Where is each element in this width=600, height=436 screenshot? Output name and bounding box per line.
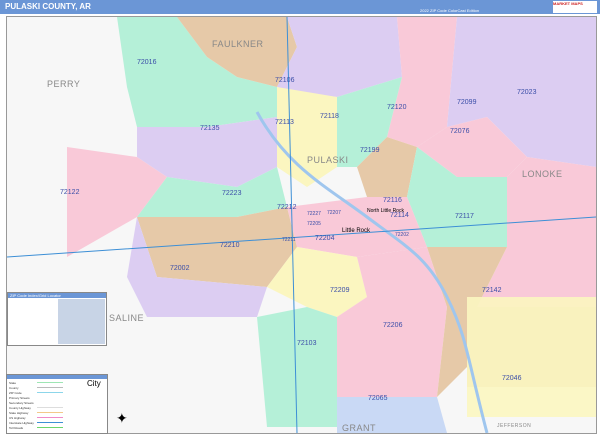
table-title: ZIP Code Index/Grid Locator: [8, 293, 106, 298]
legend-item: Secondary Streets: [9, 401, 34, 405]
zip-label: 72212: [277, 204, 297, 211]
zip-label: 72118: [320, 113, 339, 120]
zip-label: 72065: [368, 395, 388, 402]
zip-label: 72106: [275, 77, 295, 84]
county-label: FAULKNER: [212, 39, 264, 49]
zip-label: 72002: [170, 265, 190, 272]
zip-label: 72135: [200, 125, 220, 132]
legend-item: State: [9, 381, 17, 385]
legend-item: US Highway: [9, 416, 26, 420]
legend-item: Interstate Highway: [9, 421, 34, 425]
legend-item: Primary Streets: [9, 396, 30, 400]
legend-item: County: [9, 386, 19, 390]
zip-label: 72142: [482, 287, 502, 294]
zip-label: 72207: [327, 210, 341, 216]
zip-label: 72016: [137, 59, 157, 66]
zip-regions: [7, 17, 596, 433]
zip-label: 72099: [457, 99, 477, 106]
county-label: SALINE: [109, 313, 145, 323]
zip-label: 72076: [450, 128, 470, 135]
county-label: GRANT: [342, 423, 376, 433]
county-label: LONOKE: [522, 169, 563, 179]
zip-label: 72199: [360, 147, 380, 154]
map-legend: State County ZIP Code Primary Streets Se…: [6, 374, 108, 434]
zip-label: 72204: [315, 235, 335, 242]
zip-index-table: ZIP Code Index/Grid Locator: [7, 292, 107, 346]
zip-label: 72113: [275, 119, 294, 126]
edition-label: 2022 ZIP Code ColorCast Edition: [420, 8, 480, 13]
zip-label: 72023: [517, 89, 537, 96]
zip-region: [467, 297, 596, 417]
zip-label: 72117: [455, 213, 474, 220]
table-right-column: [58, 299, 105, 344]
county-label: PULASKI: [307, 155, 349, 165]
zip-label: 72211: [282, 237, 296, 243]
zip-label: 72202: [395, 232, 409, 238]
zip-label: 72120: [387, 104, 407, 111]
zip-label: 72206: [383, 322, 403, 329]
zip-label: 72122: [60, 189, 80, 196]
county-label: PERRY: [47, 79, 81, 89]
zip-region: [257, 307, 337, 427]
zip-label: 72114: [390, 212, 409, 219]
legend-item: State Highway: [9, 411, 29, 415]
legend-item: Toll Roads: [9, 426, 24, 430]
legend-item: County Highway: [9, 406, 31, 410]
header-bar: PULASKI COUNTY, AR 2022 ZIP Code ColorCa…: [0, 0, 600, 14]
zip-label: 72210: [220, 242, 240, 249]
zip-label: 72103: [297, 340, 317, 347]
logo: MARKET MAPS: [553, 1, 597, 13]
zip-label: 72209: [330, 287, 350, 294]
zip-label: 72223: [222, 190, 242, 197]
city-label: Little Rock: [342, 228, 371, 234]
zip-label: 72227: [307, 211, 321, 217]
zip-label: 72205: [307, 221, 321, 227]
legend-item: ZIP Code: [9, 391, 22, 395]
compass-rose-icon: ✦: [116, 410, 128, 426]
zip-label: 72046: [502, 375, 522, 382]
county-label: JEFFERSON: [497, 423, 532, 429]
map-title: PULASKI COUNTY, AR: [5, 2, 91, 11]
map-canvas[interactable]: FAULKNER PERRY LONOKE SALINE GRANT JEFFE…: [6, 16, 597, 434]
zip-label: 72116: [383, 197, 402, 204]
city-size-sample: City: [87, 379, 101, 388]
